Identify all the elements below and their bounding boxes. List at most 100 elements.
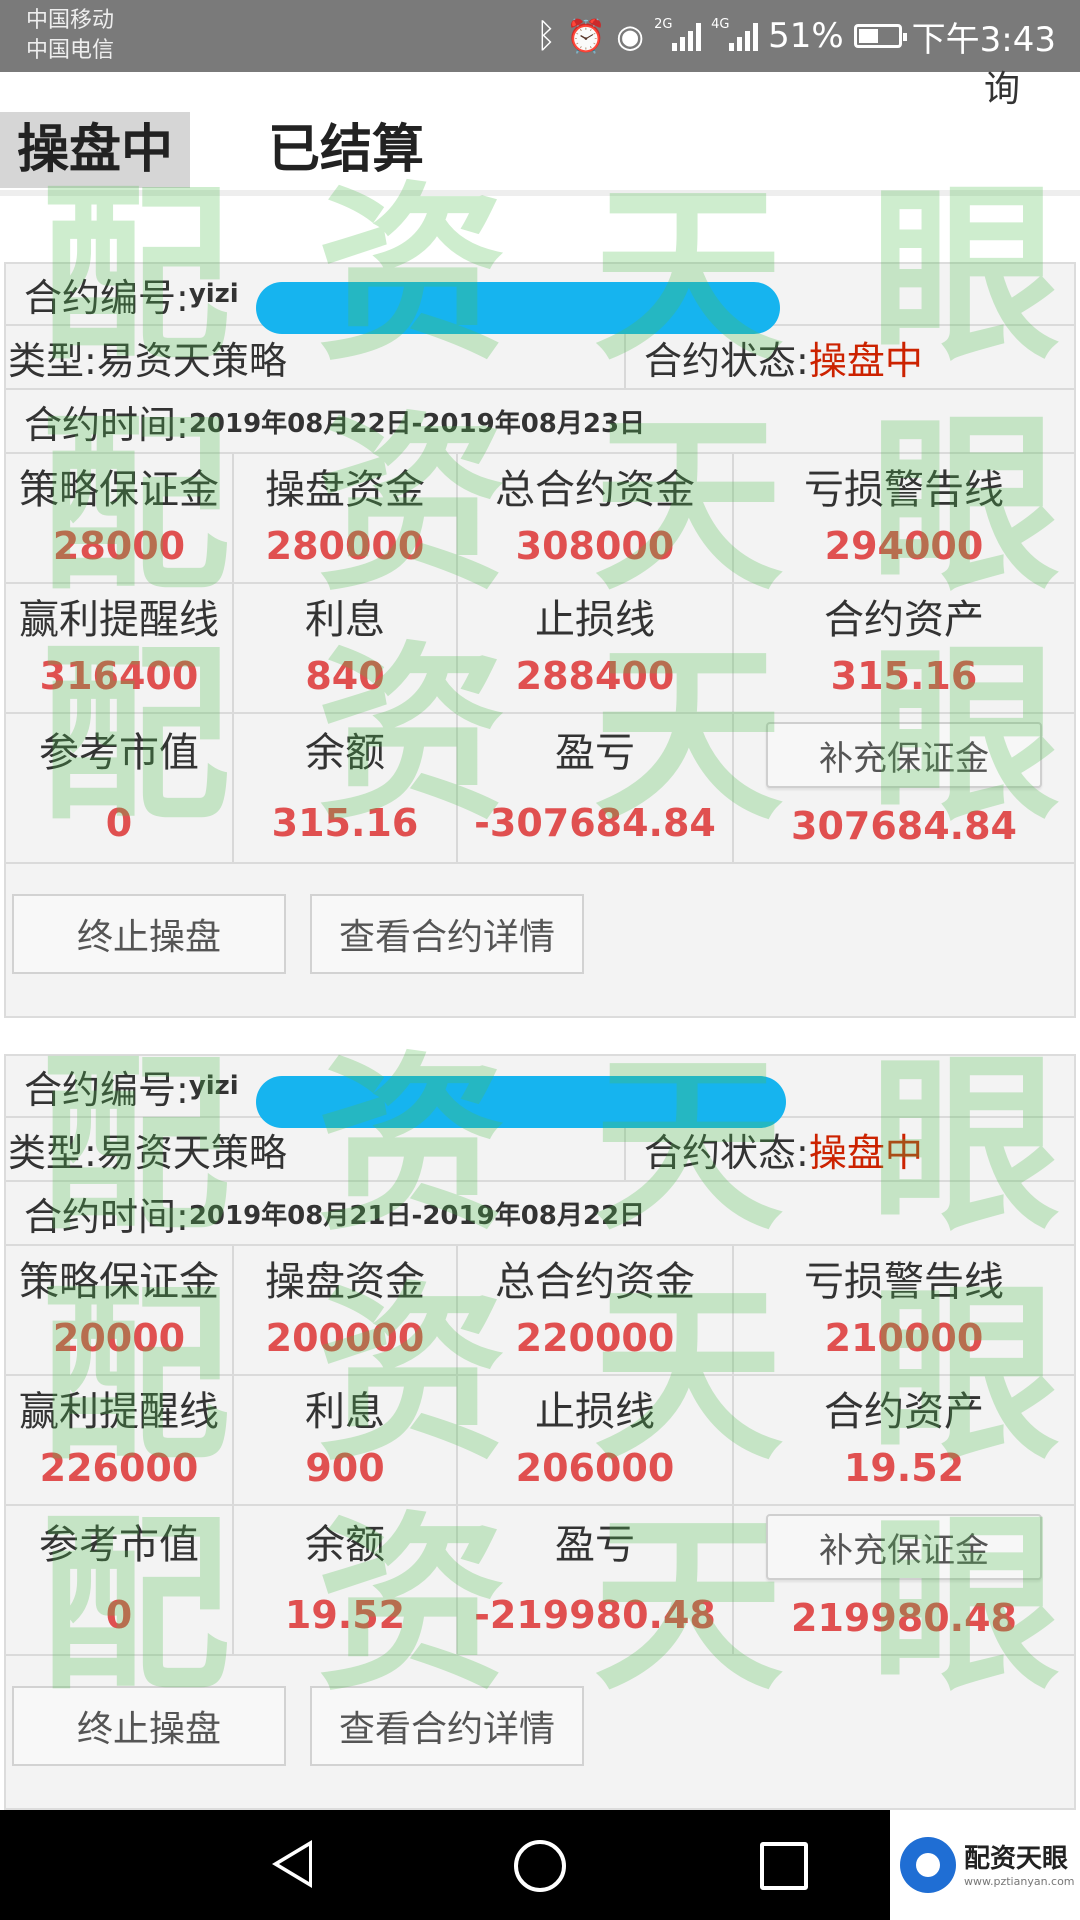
terminate-button[interactable]: 终止操盘 (12, 894, 286, 974)
add-margin-button[interactable]: 补充保证金 (766, 722, 1042, 788)
interest-value: 840 (305, 654, 385, 698)
profit-alert-cell: 赢利提醒线 226000 (6, 1376, 234, 1504)
interest-cell: 利息 840 (234, 584, 458, 712)
logo-url: www.pztianyan.com (964, 1874, 1075, 1888)
add-margin-button[interactable]: 补充保证金 (766, 1514, 1042, 1580)
contract-no-label: 合约编号: (24, 275, 189, 320)
time-label: 合约时间: (24, 402, 189, 447)
alarm-icon: ⏰ (566, 17, 607, 55)
recent-apps-icon[interactable] (760, 1842, 808, 1890)
type-value: 易资天策略 (96, 338, 287, 383)
tab-settled[interactable]: 已结算 (268, 112, 424, 188)
interest-value: 900 (305, 1446, 385, 1490)
pnl-cell: 盈亏 -307684.84 (458, 714, 734, 862)
carrier-1: 中国移动 (26, 8, 115, 33)
time-label: 合约时间: (24, 1194, 189, 1239)
back-icon[interactable] (272, 1840, 312, 1888)
eye-logo-icon (900, 1837, 956, 1893)
loss-warning-cell: 亏损警告线 210000 (734, 1246, 1074, 1374)
bluetooth-icon: ᛒ (535, 16, 557, 56)
actions-row: 终止操盘 查看合约详情 (6, 864, 1074, 1004)
margin-cell: 策略保证金 28000 (6, 454, 234, 582)
add-margin-amount: 219980.48 (791, 1596, 1017, 1640)
redaction-mark (256, 282, 780, 334)
trading-funds-value: 200000 (265, 1316, 425, 1360)
pnl-label: 盈亏 (555, 1522, 635, 1568)
market-value-label: 参考市值 (39, 1522, 199, 1568)
tab-trading[interactable]: 操盘中 (0, 112, 190, 188)
actions-row: 终止操盘 查看合约详情 (6, 1656, 1074, 1796)
loss-warning-value: 210000 (824, 1316, 984, 1360)
total-funds-value: 220000 (515, 1316, 675, 1360)
status-icons: ᛒ ⏰ ◉ 2G 4G 51% 下午3:43 (536, 0, 1056, 72)
site-logo: 配资天眼 www.pztianyan.com (890, 1810, 1080, 1920)
loss-warning-label: 亏损警告线 (804, 467, 1004, 513)
balance-cell: 余额 315.16 (234, 714, 458, 862)
terminate-button[interactable]: 终止操盘 (12, 1686, 286, 1766)
pnl-label: 盈亏 (555, 730, 635, 776)
contract-no-row: 合约编号: yizi (6, 264, 1074, 334)
margin-value: 20000 (52, 1316, 186, 1360)
status-bar: 中国移动 中国电信 ᛒ ⏰ ◉ 2G 4G 51% 下午3:43 (0, 0, 1080, 72)
trading-funds-value: 280000 (265, 524, 425, 568)
eye-icon: ◉ (616, 17, 645, 55)
add-margin-amount: 307684.84 (791, 804, 1017, 848)
pnl-cell: 盈亏 -219980.48 (458, 1506, 734, 1654)
contract-no-row: 合约编号: yizi (6, 1056, 1074, 1128)
stop-loss-label: 止损线 (535, 1389, 655, 1435)
loss-warning-cell: 亏损警告线 294000 (734, 454, 1074, 582)
grid-row-2: 赢利提醒线 226000 利息 900 止损线 206000 合约资产 19.52 (6, 1376, 1074, 1506)
home-icon[interactable] (514, 1840, 566, 1892)
contract-assets-cell: 合约资产 315.16 (734, 584, 1074, 712)
contract-assets-cell: 合约资产 19.52 (734, 1376, 1074, 1504)
interest-label: 利息 (305, 1389, 385, 1435)
signal-2g-icon: 2G (654, 17, 702, 51)
pnl-value: -307684.84 (474, 801, 716, 845)
status-value: 操盘中 (808, 1130, 923, 1175)
total-funds-label: 总合约资金 (495, 467, 695, 513)
balance-label: 余额 (305, 730, 385, 776)
loss-warning-label: 亏损警告线 (804, 1259, 1004, 1305)
logo-name: 配资天眼 (964, 1843, 1069, 1874)
total-funds-value: 308000 (515, 524, 675, 568)
battery-fill (858, 29, 879, 43)
battery-percent: 51% (768, 16, 844, 56)
grid-row-3: 参考市值 0 余额 19.52 盈亏 -219980.48 补充保证金 219980.… (6, 1506, 1074, 1656)
type-value: 易资天策略 (96, 1130, 287, 1175)
contract-assets-label: 合约资产 (824, 1389, 984, 1435)
type-label: 类型: (8, 338, 97, 383)
market-value-value: 0 (105, 1593, 133, 1637)
signal-4g-label: 4G (711, 17, 730, 32)
profit-alert-value: 316400 (39, 654, 199, 698)
margin-cell: 策略保证金 20000 (6, 1246, 234, 1374)
view-detail-button[interactable]: 查看合约详情 (310, 894, 584, 974)
contract-assets-label: 合约资产 (824, 597, 984, 643)
logo-text: 配资天眼 www.pztianyan.com (964, 1843, 1075, 1888)
stop-loss-value: 288400 (515, 654, 675, 698)
balance-cell: 余额 19.52 (234, 1506, 458, 1654)
market-value-cell: 参考市值 0 (6, 1506, 234, 1654)
contract-card-2: 合约编号: yizi 类型: 易资天策略 合约状态: 操盘中 合约时间: 201… (4, 1054, 1076, 1810)
tab-header: 询 操盘中 已结算 (0, 69, 1080, 196)
contract-assets-value: 315.16 (830, 654, 978, 698)
total-funds-label: 总合约资金 (495, 1259, 695, 1305)
margin-label: 策略保证金 (19, 467, 219, 513)
add-margin-cell: 补充保证金 307684.84 (734, 714, 1074, 862)
balance-label: 余额 (305, 1522, 385, 1568)
view-detail-button[interactable]: 查看合约详情 (310, 1686, 584, 1766)
market-value-cell: 参考市值 0 (6, 714, 234, 862)
margin-value: 28000 (52, 524, 186, 568)
grid-row-2: 赢利提醒线 316400 利息 840 止损线 288400 合约资产 315.16 (6, 584, 1074, 714)
header-cut-text: 询 (983, 69, 1020, 110)
profit-alert-value: 226000 (39, 1446, 199, 1490)
stop-loss-value: 206000 (515, 1446, 675, 1490)
type-label: 类型: (8, 1130, 97, 1175)
battery-icon (853, 24, 907, 48)
loss-warning-value: 294000 (824, 524, 984, 568)
type-status-row: 类型: 易资天策略 合约状态: 操盘中 (6, 326, 1074, 390)
time-row: 合约时间: 2019年08月21日-2019年08月22日 (6, 1182, 1074, 1246)
grid-row-3: 参考市值 0 余额 315.16 盈亏 -307684.84 补充保证金 307684… (6, 714, 1074, 864)
contract-no-label: 合约编号: (24, 1067, 189, 1112)
stop-loss-label: 止损线 (535, 597, 655, 643)
total-funds-cell: 总合约资金 220000 (458, 1246, 734, 1374)
